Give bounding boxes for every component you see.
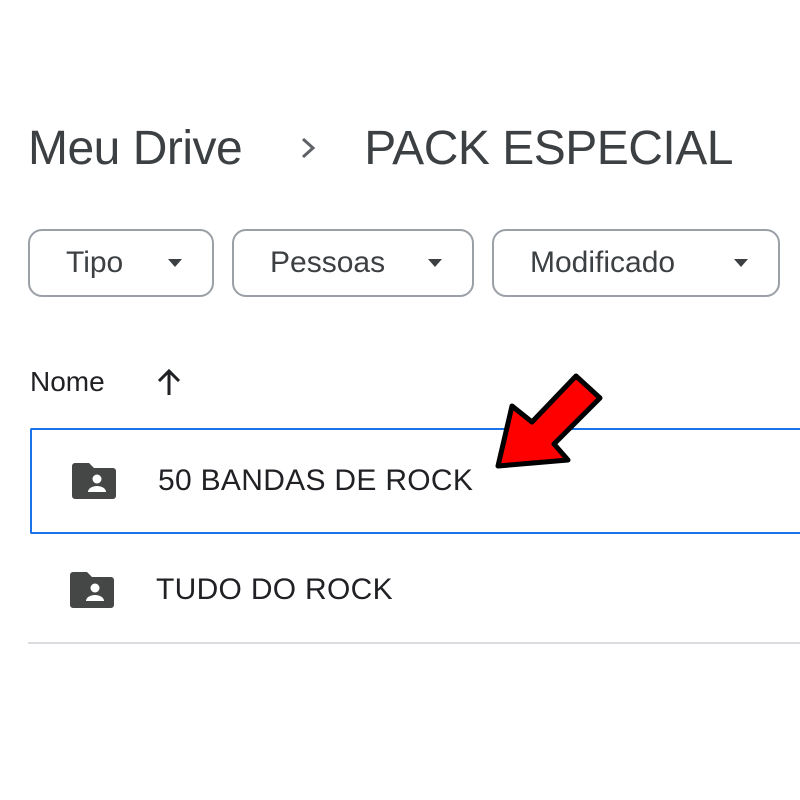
- chevron-right-icon: [298, 134, 318, 162]
- red-arrow-icon: [495, 373, 603, 469]
- caret-down-icon: [166, 258, 184, 268]
- file-name: 50 BANDAS DE ROCK: [158, 464, 474, 497]
- column-header-label: Nome: [30, 366, 105, 397]
- filter-tipo-label: Tipo: [66, 246, 124, 279]
- caret-down-icon: [426, 258, 444, 268]
- filter-modificado-label: Modificado: [530, 246, 676, 279]
- filter-pessoas-label: Pessoas: [270, 246, 386, 279]
- shared-folder-icon: [68, 571, 116, 609]
- arrow-up-icon[interactable]: [155, 367, 183, 397]
- list-divider: [28, 642, 800, 644]
- filter-bar: Tipo Pessoas Modificado: [28, 229, 780, 297]
- column-header-name[interactable]: Nome: [30, 360, 183, 404]
- file-name: TUDO DO ROCK: [156, 573, 393, 606]
- list-item[interactable]: 50 BANDAS DE ROCK: [30, 428, 800, 534]
- caret-down-icon: [732, 258, 750, 268]
- shared-folder-icon: [70, 462, 118, 500]
- breadcrumb-root[interactable]: Meu Drive: [28, 121, 243, 176]
- list-item[interactable]: TUDO DO ROCK: [30, 537, 800, 643]
- filter-tipo-button[interactable]: Tipo: [28, 229, 214, 297]
- breadcrumb-current[interactable]: PACK ESPECIAL: [364, 121, 733, 176]
- breadcrumb: Meu Drive PACK ESPECIAL: [28, 118, 733, 178]
- filter-pessoas-button[interactable]: Pessoas: [232, 229, 474, 297]
- filter-modificado-button[interactable]: Modificado: [492, 229, 780, 297]
